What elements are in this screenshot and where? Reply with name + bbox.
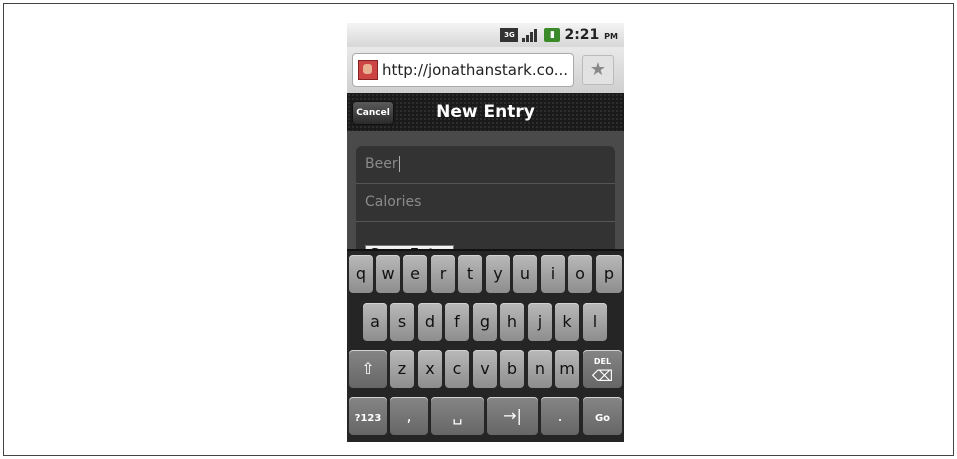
key-v[interactable]: v bbox=[473, 350, 497, 388]
key-r[interactable]: r bbox=[431, 255, 455, 293]
status-time: 2:21 PM bbox=[564, 27, 618, 43]
key-s[interactable]: s bbox=[390, 303, 414, 341]
url-field[interactable]: http://jonathanstark.co... bbox=[352, 53, 574, 87]
food-field-value: Beer bbox=[365, 156, 398, 172]
delete-key[interactable]: DEL ⌫ bbox=[583, 350, 622, 388]
key-b[interactable]: b bbox=[500, 350, 524, 388]
key-w[interactable]: w bbox=[376, 255, 400, 293]
key-e[interactable]: e bbox=[403, 255, 427, 293]
url-text: http://jonathanstark.co... bbox=[382, 61, 569, 79]
key-c[interactable]: c bbox=[445, 350, 469, 388]
key-u[interactable]: u bbox=[513, 255, 537, 293]
key-q[interactable]: q bbox=[349, 255, 373, 293]
text-cursor bbox=[398, 156, 400, 172]
key-o[interactable]: o bbox=[568, 255, 592, 293]
period-key[interactable]: . bbox=[541, 397, 579, 435]
shift-icon: ⇧ bbox=[361, 359, 375, 378]
backspace-icon: ⌫ bbox=[591, 367, 614, 385]
go-label: Go bbox=[594, 413, 611, 424]
calories-field[interactable]: Calories bbox=[356, 184, 615, 222]
symbols-key[interactable]: ?123 bbox=[349, 397, 387, 435]
key-m[interactable]: m bbox=[555, 350, 579, 388]
comma-key[interactable]: , bbox=[390, 397, 428, 435]
app-toolbar: New Entry Cancel bbox=[347, 93, 624, 131]
signal-strength-icon bbox=[522, 28, 540, 42]
figure-frame: 3G ▮ 2:21 PM http://jonathanstark.co... … bbox=[3, 3, 954, 456]
key-f[interactable]: f bbox=[445, 303, 469, 341]
status-bar: 3G ▮ 2:21 PM bbox=[347, 23, 624, 47]
battery-icon: ▮ bbox=[544, 28, 561, 42]
symbols-label: ?123 bbox=[354, 413, 382, 424]
key-j[interactable]: j bbox=[528, 303, 552, 341]
key-p[interactable]: p bbox=[596, 255, 622, 293]
space-key[interactable]: ␣ bbox=[431, 397, 484, 435]
key-n[interactable]: n bbox=[528, 350, 552, 388]
cancel-button[interactable]: Cancel bbox=[352, 101, 394, 125]
time-value: 2:21 bbox=[564, 27, 600, 43]
bookmark-button[interactable]: ★ bbox=[582, 55, 614, 85]
space-icon: ␣ bbox=[452, 406, 463, 425]
key-t[interactable]: t bbox=[458, 255, 482, 293]
tab-arrow-icon: →| bbox=[503, 406, 522, 425]
star-icon: ★ bbox=[589, 59, 607, 80]
key-i[interactable]: i bbox=[541, 255, 565, 293]
key-g[interactable]: g bbox=[473, 303, 497, 341]
form-area: Beer Calories Save Entry bbox=[347, 131, 624, 265]
key-k[interactable]: k bbox=[555, 303, 579, 341]
key-a[interactable]: a bbox=[363, 303, 387, 341]
key-y[interactable]: y bbox=[486, 255, 510, 293]
key-l[interactable]: l bbox=[583, 303, 607, 341]
time-ampm: PM bbox=[604, 32, 618, 41]
key-z[interactable]: z bbox=[390, 350, 414, 388]
go-key[interactable]: Go bbox=[583, 397, 622, 435]
entry-form: Beer Calories bbox=[356, 146, 615, 256]
food-field[interactable]: Beer bbox=[356, 146, 615, 184]
site-favicon-icon bbox=[358, 60, 378, 80]
calories-placeholder: Calories bbox=[365, 194, 422, 210]
soft-keyboard: q w e r t y u i o p a s d f g h j k l ⇧ … bbox=[347, 249, 624, 442]
tab-key[interactable]: →| bbox=[487, 397, 538, 435]
key-d[interactable]: d bbox=[418, 303, 442, 341]
phone-screen: 3G ▮ 2:21 PM http://jonathanstark.co... … bbox=[347, 23, 624, 442]
key-h[interactable]: h bbox=[500, 303, 524, 341]
browser-url-bar: http://jonathanstark.co... ★ bbox=[347, 47, 624, 93]
key-x[interactable]: x bbox=[418, 350, 442, 388]
network-3g-icon: 3G bbox=[500, 28, 519, 42]
shift-key[interactable]: ⇧ bbox=[349, 350, 387, 388]
